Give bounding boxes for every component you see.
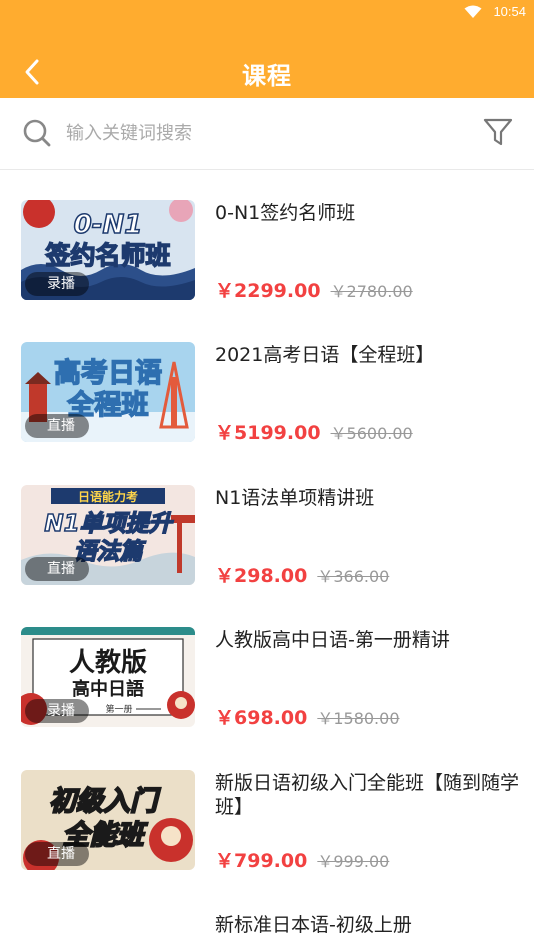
course-item[interactable]: 高考日语 全程班 直播 2021高考日语【全程班】 ￥5199.00 ￥5600…: [0, 313, 534, 455]
course-title: 新标准日本语-初级上册: [215, 914, 412, 936]
course-original-price: ￥366.00: [317, 567, 390, 586]
search-input[interactable]: [66, 116, 446, 150]
price-row: ￥698.00 ￥1580.00: [215, 703, 400, 729]
price-row: ￥5199.00 ￥5600.00: [215, 418, 413, 444]
course-price: ￥2299.00: [215, 280, 321, 302]
course-price: ￥298.00: [215, 565, 308, 587]
course-title: 2021高考日语【全程班】: [215, 344, 435, 366]
course-item[interactable]: 新标准日本语-初级上册: [0, 883, 534, 949]
wifi-icon: [464, 5, 482, 18]
filter-icon[interactable]: [482, 116, 514, 148]
cover-text-line0: 日语能力考: [78, 489, 138, 504]
status-bar: 10:54: [0, 0, 534, 26]
app-header: 10:54 课程: [0, 0, 534, 98]
cover-text-line1: 高考日语: [54, 357, 162, 389]
course-type-badge: 直播: [25, 414, 89, 438]
page-title: 课程: [242, 62, 292, 90]
course-item[interactable]: 人教版 高中日語 第一册 录播 人教版高中日语-第一册精讲 ￥698.00 ￥1…: [0, 598, 534, 740]
course-item[interactable]: 日语能力考 N1单项提升 语法篇 直播 N1语法单项精讲班 ￥298.00 ￥3…: [0, 456, 534, 598]
course-type-badge: 直播: [25, 557, 89, 581]
search-icon[interactable]: [22, 118, 52, 148]
cover-text-line1: 0-N1: [74, 210, 143, 240]
course-item[interactable]: 0-N1 签约名师班 录播 0-N1签约名师班 ￥2299.00 ￥2780.0…: [0, 171, 534, 313]
cover-text-line1: N1单项提升: [44, 511, 173, 537]
course-original-price: ￥2780.00: [330, 282, 413, 301]
course-title: 新版日语初级入门全能班【随到随学班】: [215, 772, 520, 818]
cover-text-line3: 第一册: [105, 703, 132, 715]
course-original-price: ￥5600.00: [330, 424, 413, 443]
course-original-price: ￥999.00: [317, 852, 390, 871]
course-price: ￥799.00: [215, 850, 308, 872]
course-title: 0-N1签约名师班: [215, 202, 356, 224]
status-time: 10:54: [493, 4, 526, 19]
course-type-badge: 录播: [25, 699, 89, 723]
course-thumbnail[interactable]: 初级入门 全能班 直播: [21, 770, 195, 870]
course-thumbnail[interactable]: 人教版 高中日語 第一册 录播: [21, 627, 195, 727]
course-price: ￥698.00: [215, 707, 308, 729]
search-bar: [0, 98, 534, 170]
price-row: ￥2299.00 ￥2780.00: [215, 276, 413, 302]
price-row: ￥799.00 ￥999.00: [215, 846, 389, 872]
course-title: N1语法单项精讲班: [215, 487, 375, 509]
course-thumbnail[interactable]: 高考日语 全程班 直播: [21, 342, 195, 442]
cover-text-line1: 人教版: [69, 648, 147, 678]
course-thumbnail[interactable]: 0-N1 签约名师班 录播: [21, 200, 195, 300]
course-title: 人教版高中日语-第一册精讲: [215, 629, 450, 651]
course-price: ￥5199.00: [215, 422, 321, 444]
course-type-badge: 录播: [25, 272, 89, 296]
course-thumbnail[interactable]: 日语能力考 N1单项提升 语法篇 直播: [21, 485, 195, 585]
cover-text-line1: 初级入门: [49, 786, 161, 817]
price-row: ￥298.00 ￥366.00: [215, 561, 389, 587]
cover-text-line2: 签约名师班: [44, 241, 170, 270]
course-item[interactable]: 初级入门 全能班 直播 新版日语初级入门全能班【随到随学班】 ￥799.00 ￥…: [0, 741, 534, 883]
course-original-price: ￥1580.00: [317, 709, 400, 728]
cover-text-line2: 高中日語: [72, 678, 144, 700]
course-type-badge: 直播: [25, 842, 89, 866]
